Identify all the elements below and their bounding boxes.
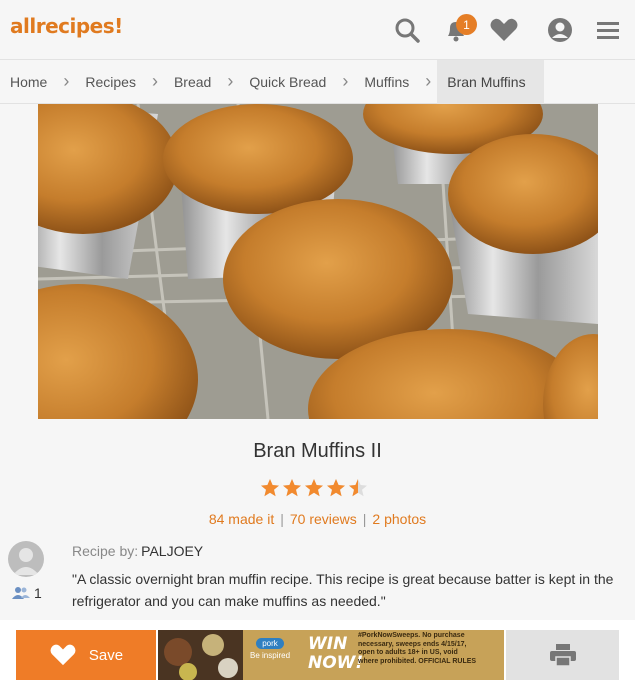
- chevron-right-icon: ›: [63, 71, 70, 91]
- menu-button[interactable]: [592, 14, 624, 46]
- recipe-byline: Recipe by: PALJOEY: [72, 543, 204, 559]
- divider: |: [280, 511, 284, 527]
- save-button[interactable]: Save: [16, 630, 156, 680]
- author-name[interactable]: PALJOEY: [141, 543, 203, 559]
- star-icon: [349, 479, 367, 497]
- star-icon: [283, 479, 301, 497]
- recipe-title: Bran Muffins II: [253, 440, 382, 462]
- breadcrumb: Home › Recipes › Bread › Quick Bread › M…: [0, 59, 635, 104]
- breadcrumb-bread[interactable]: Bread: [164, 60, 221, 104]
- printer-icon: [549, 644, 576, 667]
- photos-link[interactable]: 2 photos: [372, 511, 426, 527]
- breadcrumb-quick-bread[interactable]: Quick Bread: [239, 60, 336, 104]
- recipe-stats: 84 made it | 70 reviews | 2 photos: [0, 511, 635, 527]
- chevron-right-icon: ›: [151, 71, 158, 91]
- ad-brand: pork Be inspired: [250, 638, 291, 660]
- breadcrumb-muffins[interactable]: Muffins: [354, 60, 419, 104]
- chevron-right-icon: ›: [342, 71, 349, 91]
- breadcrumb-current: Bran Muffins: [437, 59, 544, 104]
- made-it-link[interactable]: 84 made it: [209, 511, 274, 527]
- logo-mark-icon: !: [114, 14, 123, 38]
- chevron-right-icon: ›: [227, 71, 234, 91]
- profile-button[interactable]: [544, 14, 576, 46]
- recipe-description: "A classic overnight bran muffin recipe.…: [72, 571, 614, 609]
- search-button[interactable]: [391, 14, 423, 46]
- breadcrumb-recipes[interactable]: Recipes: [75, 60, 146, 104]
- print-button[interactable]: [506, 630, 619, 680]
- star-icon: [261, 479, 279, 497]
- followers-icon: [12, 587, 30, 599]
- profile-icon: [548, 18, 572, 42]
- breadcrumb-home[interactable]: Home: [0, 60, 57, 104]
- divider: |: [362, 511, 367, 527]
- followers-count[interactable]: 1: [12, 585, 42, 601]
- star-icon: [305, 479, 323, 497]
- heart-icon: [50, 644, 76, 666]
- ad-fine-print: #PorkNowSweeps. No purchase necessary, s…: [358, 632, 477, 665]
- author-avatar[interactable]: [8, 541, 44, 577]
- site-header: allrecipes! 1: [0, 0, 635, 60]
- search-icon: [395, 18, 420, 43]
- menu-icon: [597, 22, 619, 39]
- favorites-button[interactable]: [488, 14, 520, 46]
- allrecipes-logo[interactable]: allrecipes!: [10, 14, 123, 38]
- bottom-action-bar: Save pork Be inspired WIN NOW! #PorkNowS…: [0, 620, 635, 683]
- recipe-photo[interactable]: [38, 104, 598, 419]
- heart-icon: [490, 18, 518, 41]
- ad-headline: WIN NOW!: [308, 634, 364, 673]
- advertisement-banner[interactable]: pork Be inspired WIN NOW! #PorkNowSweeps…: [158, 630, 504, 680]
- star-icon: [327, 479, 345, 497]
- chevron-right-icon: ›: [425, 71, 432, 91]
- reviews-link[interactable]: 70 reviews: [290, 511, 357, 527]
- notification-badge: 1: [456, 14, 477, 35]
- rating-stars[interactable]: [260, 478, 368, 498]
